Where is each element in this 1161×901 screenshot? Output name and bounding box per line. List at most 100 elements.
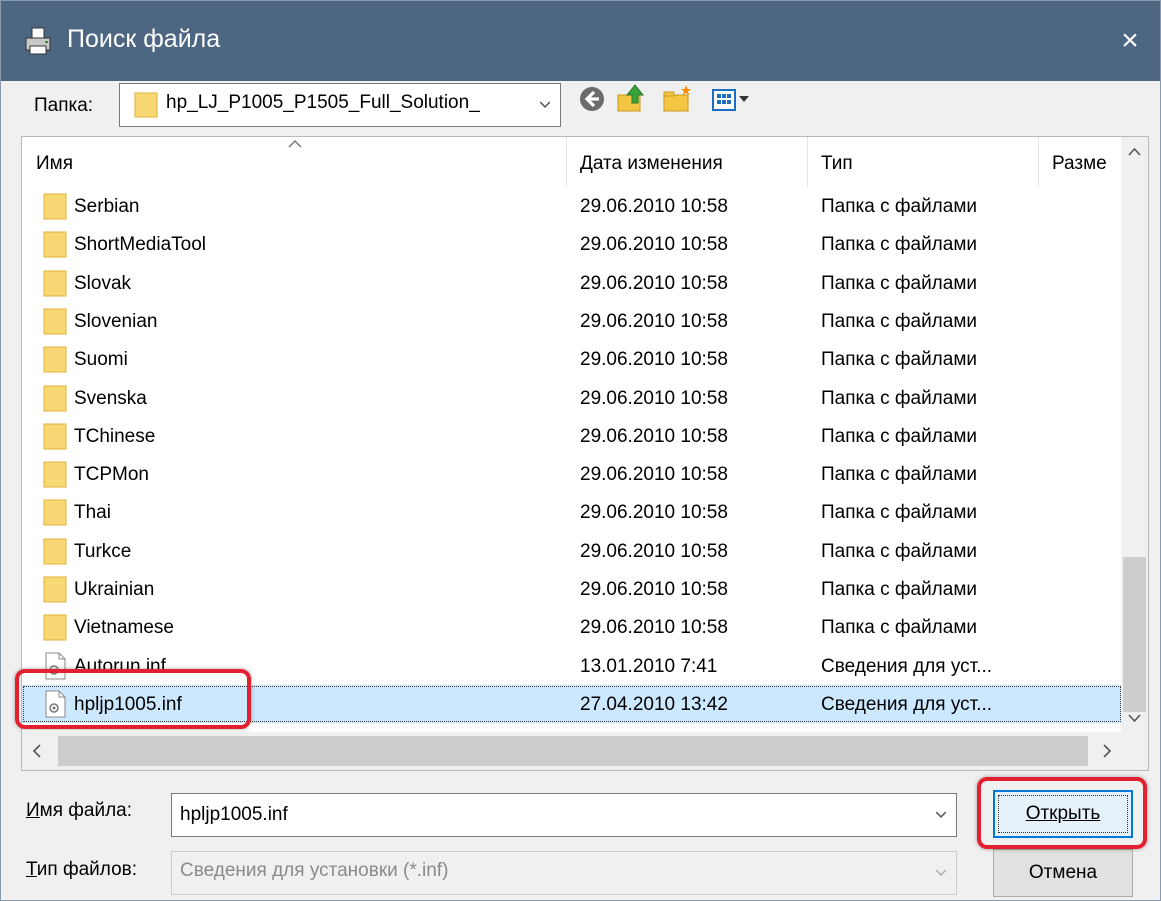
- file-name: Autorun.inf: [74, 655, 166, 677]
- list-header: Имя Дата изменения Тип Разме: [22, 137, 1122, 187]
- sort-ascending-icon: [288, 139, 302, 148]
- file-type: Папка с файлами: [821, 310, 978, 332]
- file-type: Папка с файлами: [821, 196, 978, 217]
- file-date: 29.06.2010 10:58: [580, 272, 728, 294]
- folder-icon: [134, 92, 158, 118]
- file-date: 29.06.2010 10:58: [580, 310, 728, 332]
- column-header-name[interactable]: Имя: [36, 153, 73, 175]
- file-name: TCPMon: [74, 464, 149, 486]
- chevron-down-icon[interactable]: [926, 794, 956, 836]
- file-row[interactable]: Autorun.inf 13.01.2010 7:41 Сведения для у…: [22, 647, 1122, 685]
- column-header-size[interactable]: Разме: [1052, 153, 1122, 175]
- file-name: hpljp1005.inf: [74, 693, 182, 715]
- file-type: Папка с файлами: [821, 617, 978, 639]
- file-type: Папка с файлами: [821, 464, 978, 486]
- filename-combobox[interactable]: [171, 793, 957, 837]
- file-date: 29.06.2010 10:58: [580, 579, 728, 600]
- folder-icon: [43, 231, 67, 258]
- file-name: Serbian: [74, 196, 140, 217]
- folder-icon: [43, 385, 67, 411]
- file-row[interactable]: TChinese 29.06.2010 10:58 Папка с файлами: [22, 417, 1122, 455]
- file-row[interactable]: Suomi 29.06.2010 10:58 Папка с файлами: [22, 340, 1122, 378]
- folder-icon: [43, 193, 67, 220]
- file-name: Vietnamese: [74, 617, 174, 639]
- file-type: Сведения для уст...: [821, 655, 993, 677]
- file-name: Slovenian: [74, 310, 158, 332]
- file-row[interactable]: Slovenian 29.06.2010 10:58 Папка с файлами: [22, 302, 1122, 340]
- file-row[interactable]: Thai 29.06.2010 10:58 Папка с файлами: [22, 493, 1122, 531]
- file-date: 29.06.2010 10:58: [580, 502, 728, 524]
- file-name: ShortMediaTool: [74, 234, 207, 256]
- open-button[interactable]: Открыть: [993, 790, 1133, 838]
- printer-app-icon: [25, 27, 51, 55]
- folder-icon: [43, 346, 67, 373]
- file-row[interactable]: TCPMon 29.06.2010 10:58 Папка с файлами: [22, 455, 1122, 493]
- file-row[interactable]: ShortMediaTool 29.06.2010 10:58 Папка с фа…: [22, 225, 1122, 263]
- file-type: Папка с файлами: [821, 502, 978, 524]
- filename-input[interactable]: [178, 800, 918, 830]
- file-type: Папка с файлами: [821, 540, 978, 562]
- file-row[interactable]: Serbian 29.06.2010 10:58 Папка с файлами: [22, 187, 1122, 225]
- file-type: Папка с файлами: [821, 349, 978, 371]
- file-row[interactable]: Svenska 29.06.2010 10:58 Папка с файлами: [22, 379, 1122, 417]
- title-bar: Поиск файла ×: [1, 1, 1160, 81]
- file-date: 13.01.2010 7:41: [580, 655, 718, 677]
- file-date: 29.06.2010 10:58: [580, 464, 728, 486]
- file-list[interactable]: Имя Дата изменения Тип Разме Serbian 29.0…: [21, 136, 1149, 771]
- file-row[interactable]: hpljp1005.inf 27.04.2010 13:42 Сведения дл…: [22, 684, 1122, 723]
- file-date: 29.06.2010 10:58: [580, 425, 728, 447]
- view-menu-icon[interactable]: [711, 83, 755, 115]
- file-date: 29.06.2010 10:58: [580, 349, 728, 371]
- folder-icon: [43, 423, 67, 450]
- horizontal-scroll-thumb[interactable]: [58, 736, 1088, 766]
- file-row[interactable]: Slovak 29.06.2010 10:58 Папка с файлами: [22, 264, 1122, 302]
- folder-combobox[interactable]: hp_LJ_P1005_P1505_Full_Solution_: [119, 83, 561, 127]
- filename-label: Имя файла:: [26, 800, 133, 821]
- scroll-down-icon[interactable]: [1121, 703, 1148, 733]
- filetype-label: Тип файлов:: [26, 859, 138, 880]
- column-header-type[interactable]: Тип: [821, 153, 853, 175]
- folder-label: Папка:: [34, 95, 94, 116]
- scroll-right-icon[interactable]: [1092, 732, 1122, 770]
- column-header-date[interactable]: Дата изменения: [580, 153, 723, 175]
- file-name: Thai: [74, 502, 111, 524]
- chevron-down-icon[interactable]: [926, 852, 956, 894]
- file-name: Svenska: [74, 387, 147, 409]
- file-type: Папка с файлами: [821, 234, 978, 256]
- vertical-scroll-thumb[interactable]: [1123, 557, 1146, 712]
- new-folder-icon[interactable]: [661, 83, 693, 115]
- back-icon[interactable]: [576, 83, 608, 115]
- file-name: Slovak: [74, 272, 132, 294]
- file-row[interactable]: Ukrainian 29.06.2010 10:58 Папка с файлами: [22, 570, 1122, 608]
- open-button-label: Открыть: [1025, 803, 1101, 824]
- file-type: Папка с файлами: [821, 272, 978, 294]
- file-type: Папка с файлами: [821, 387, 978, 409]
- file-name: Suomi: [74, 349, 128, 371]
- window-title: Поиск файла: [67, 25, 221, 53]
- file-name: TChinese: [74, 425, 156, 447]
- inf-file-icon: [45, 652, 66, 680]
- folder-icon: [43, 499, 67, 526]
- folder-icon: [43, 308, 67, 335]
- folder-icon: [43, 576, 67, 603]
- vertical-scrollbar[interactable]: [1121, 137, 1148, 733]
- scroll-corner: [1121, 732, 1148, 770]
- cancel-button[interactable]: Отмена: [993, 849, 1133, 897]
- chevron-down-icon[interactable]: [530, 84, 560, 126]
- file-date: 29.06.2010 10:58: [580, 540, 728, 562]
- file-date: 29.06.2010 10:58: [580, 617, 728, 639]
- file-row[interactable]: Turkce 29.06.2010 10:58 Папка с файлами: [22, 532, 1122, 570]
- open-file-dialog: Поиск файла × Папка: hp_LJ_P1005_P1505_F…: [0, 0, 1161, 901]
- file-row[interactable]: Vietnamese 29.06.2010 10:58 Папка с файлам…: [22, 608, 1122, 646]
- horizontal-scrollbar[interactable]: [22, 732, 1122, 770]
- scroll-up-icon[interactable]: [1121, 137, 1148, 167]
- scroll-left-icon[interactable]: [22, 732, 52, 770]
- filetype-combobox[interactable]: Сведения для установки (*.inf): [171, 851, 957, 895]
- inf-file-icon: [45, 690, 66, 718]
- folder-icon: [43, 270, 67, 297]
- close-button[interactable]: ×: [1100, 1, 1160, 81]
- file-date: 29.06.2010 10:58: [580, 387, 728, 409]
- file-type: Сведения для уст...: [821, 693, 993, 715]
- file-name: Turkce: [74, 540, 132, 562]
- up-folder-icon[interactable]: [615, 83, 647, 115]
